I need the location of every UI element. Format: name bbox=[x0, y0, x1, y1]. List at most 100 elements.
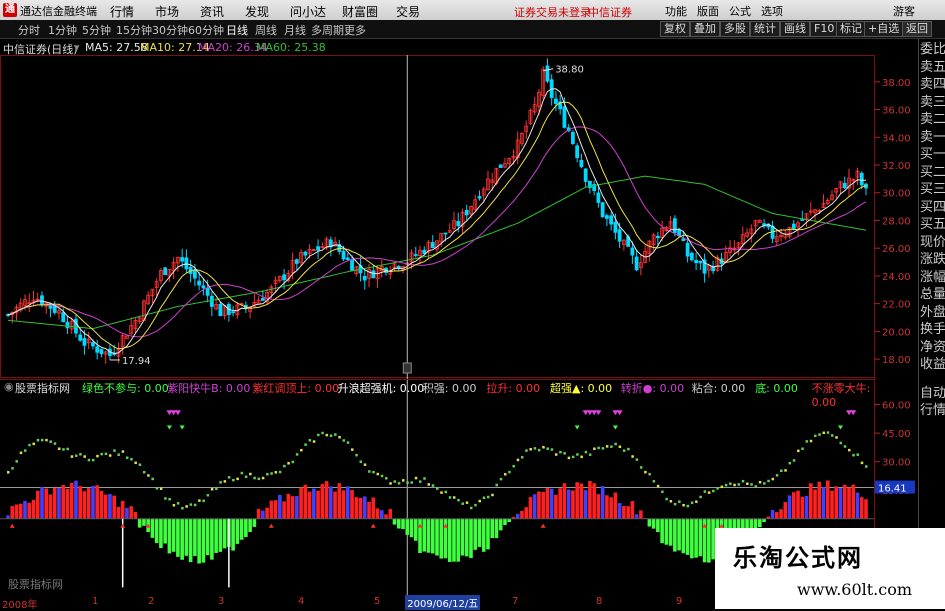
oscillator-dot bbox=[321, 431, 324, 435]
oscillator-dot bbox=[193, 503, 197, 507]
indicator-bar-down bbox=[142, 518, 146, 526]
indicator-legend-item: 绿色不参与: 0.00 bbox=[82, 382, 169, 395]
period-daily[interactable]: 日线 bbox=[226, 22, 248, 38]
menu-quotes[interactable]: 行情 bbox=[110, 3, 134, 20]
indicator-legend-item: 紫红调顶上: 0.00 bbox=[252, 382, 340, 395]
oscillator-dot bbox=[249, 472, 252, 476]
oscillator-dot bbox=[588, 453, 592, 456]
oscillator-dot bbox=[70, 455, 74, 458]
oscillator-dot bbox=[771, 477, 775, 481]
candle-body bbox=[303, 251, 308, 256]
indicator-bar-down bbox=[171, 518, 176, 552]
oscillator-dot bbox=[520, 456, 524, 459]
indicator-bar-up bbox=[333, 491, 337, 519]
indicator-toggle-icon[interactable]: ◉ bbox=[4, 380, 14, 393]
indicator-bar-down bbox=[193, 518, 197, 556]
dropdown-icon[interactable]: ▾ bbox=[74, 41, 80, 54]
period-15min[interactable]: 15分钟 bbox=[116, 22, 152, 38]
add-watchlist-button[interactable]: +自选 bbox=[864, 21, 904, 37]
oscillator-dot bbox=[597, 446, 600, 450]
multi-stock-button[interactable]: 多股 bbox=[720, 21, 750, 37]
menu-discover[interactable]: 发现 bbox=[245, 3, 269, 20]
oscillator-dot bbox=[363, 463, 367, 466]
indicator-bar-down bbox=[409, 518, 414, 538]
indicator-bar-down bbox=[494, 518, 499, 539]
oscillator-dot bbox=[567, 456, 571, 460]
oscillator-dot bbox=[682, 503, 685, 507]
menu-wealth[interactable]: 财富圈 bbox=[342, 3, 378, 20]
indicator-bar-up bbox=[549, 488, 554, 519]
oscillator-dot bbox=[729, 482, 732, 485]
menu-layout[interactable]: 版面 bbox=[697, 3, 719, 19]
indicator-bar-up bbox=[588, 480, 592, 519]
oscillator-dot bbox=[355, 453, 358, 457]
oscillator-dot bbox=[865, 465, 868, 468]
sidebar-auto-quote[interactable]: 自动 行情 bbox=[920, 385, 945, 419]
period-5min[interactable]: 5分钟 bbox=[82, 22, 111, 38]
adjust-button[interactable]: 复权 bbox=[660, 21, 690, 37]
overlay-button[interactable]: 叠加 bbox=[690, 21, 720, 37]
oscillator-dot bbox=[121, 450, 125, 453]
oscillator-dot bbox=[325, 433, 329, 437]
oscillator-dot bbox=[571, 455, 575, 459]
oscillator-dot bbox=[644, 470, 647, 474]
back-button[interactable]: 返回 bbox=[902, 21, 932, 37]
indicator-bar-up bbox=[358, 497, 363, 519]
indicator-bar-up bbox=[791, 492, 796, 519]
chart-canvas[interactable]: 38.00 36.00 34.00 32.00 30.00 28.00 26.00 24.00… bbox=[0, 55, 918, 595]
magenta-triangle-marker bbox=[850, 410, 857, 416]
oscillator-dot bbox=[287, 462, 290, 465]
oscillator-dot bbox=[147, 474, 150, 477]
menu-function[interactable]: 功能 bbox=[665, 3, 687, 19]
candle-body bbox=[371, 270, 376, 279]
menu-trade[interactable]: 交易 bbox=[396, 3, 420, 20]
oscillator-dot bbox=[176, 502, 180, 505]
oscillator-dot bbox=[91, 458, 95, 462]
oscillator-dot bbox=[461, 502, 464, 505]
indicator-bar-down bbox=[439, 518, 444, 559]
indicator-bar-up bbox=[617, 503, 622, 519]
period-weekly[interactable]: 周线 bbox=[255, 22, 277, 38]
menu-options[interactable]: 选项 bbox=[761, 3, 783, 19]
period-multi[interactable]: 多周期 bbox=[311, 22, 344, 38]
indicator-legend-item: 转折●: 0.00 bbox=[620, 382, 685, 395]
indicator-bar-down bbox=[460, 518, 465, 556]
green-triangle-marker bbox=[179, 425, 185, 430]
sidebar-item[interactable]: 收益 bbox=[920, 355, 945, 375]
oscillator-dot bbox=[236, 477, 239, 481]
indicator-bar-up bbox=[634, 514, 639, 519]
candle-body bbox=[613, 221, 618, 233]
period-monthly[interactable]: 月线 bbox=[284, 22, 306, 38]
oscillator-dot bbox=[376, 472, 380, 476]
stats-button[interactable]: 统计 bbox=[750, 21, 780, 37]
oscillator-dot bbox=[499, 477, 503, 481]
draw-button[interactable]: 画线 bbox=[780, 21, 810, 37]
price-tick-label: 36.00 bbox=[882, 106, 911, 117]
period-1min[interactable]: 1分钟 bbox=[48, 22, 77, 38]
period-intraday[interactable]: 分时 bbox=[18, 22, 40, 38]
period-60min[interactable]: 60分钟 bbox=[188, 22, 224, 38]
indicator-bar-down bbox=[167, 518, 172, 554]
oscillator-dot bbox=[712, 489, 715, 493]
indicator-legend-item: 底: 0.00 bbox=[755, 382, 798, 395]
menu-formula[interactable]: 公式 bbox=[729, 3, 751, 19]
oscillator-dot bbox=[338, 435, 341, 439]
guest-label[interactable]: 游客 bbox=[893, 3, 915, 19]
login-status[interactable]: 证券交易未登录 bbox=[514, 4, 591, 20]
indicator-bar-up bbox=[103, 494, 108, 519]
f10-button[interactable]: F10 bbox=[810, 21, 839, 37]
broker-name[interactable]: 中信证券 bbox=[588, 4, 632, 20]
period-more[interactable]: 更多 bbox=[344, 22, 366, 38]
menu-ask[interactable]: 问小达 bbox=[290, 3, 326, 20]
indicator-watermark: 股票指标网 bbox=[8, 578, 63, 591]
menu-news[interactable]: 资讯 bbox=[200, 3, 224, 20]
indicator-bar-down bbox=[464, 518, 469, 557]
candle-body bbox=[82, 338, 87, 346]
mark-button[interactable]: 标记 bbox=[836, 21, 866, 37]
oscillator-dot bbox=[457, 498, 460, 502]
menu-market[interactable]: 市场 bbox=[155, 3, 179, 20]
period-30min[interactable]: 30分钟 bbox=[152, 22, 188, 38]
oscillator-dot bbox=[125, 456, 129, 460]
indicator-bar-down bbox=[205, 518, 210, 556]
candle-body bbox=[218, 303, 223, 317]
